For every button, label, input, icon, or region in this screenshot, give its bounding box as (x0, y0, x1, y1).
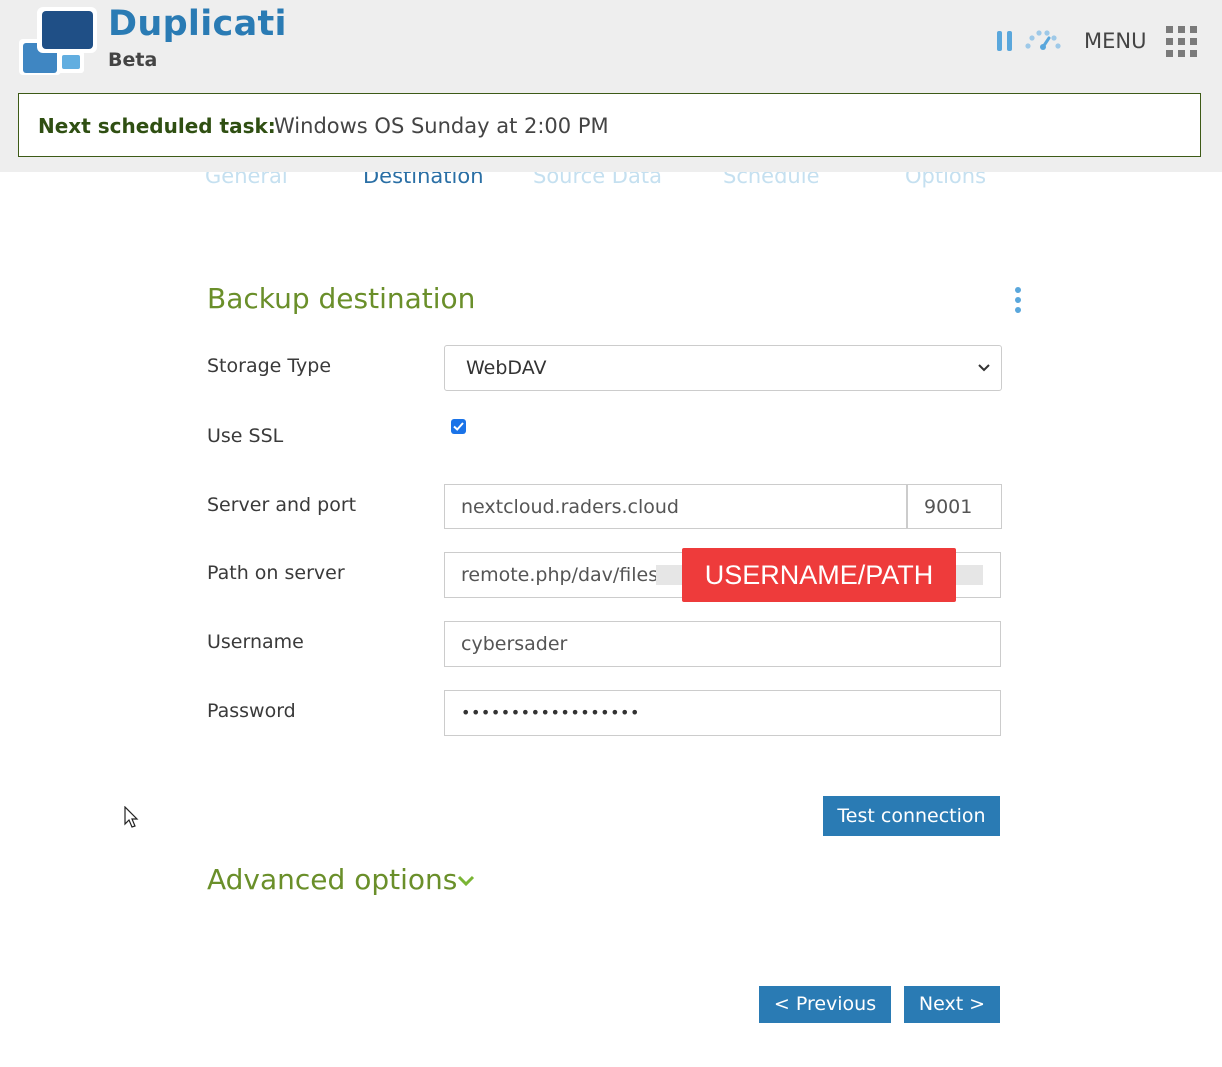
server-port-label: Server and port (207, 494, 357, 516)
pause-icon[interactable] (995, 30, 1015, 52)
server-input[interactable]: nextcloud.raders.cloud (444, 484, 907, 529)
chevron-down-icon (978, 364, 990, 372)
username-label: Username (207, 631, 304, 653)
menu-button[interactable]: MENU (1084, 29, 1146, 53)
advanced-options-toggle[interactable]: Advanced options (207, 863, 457, 896)
redacted-text (656, 565, 682, 585)
apps-grid-icon[interactable] (1165, 25, 1199, 59)
password-input[interactable]: •••••••••••••••••• (444, 690, 1001, 736)
app-subtitle: Beta (108, 49, 158, 71)
next-button[interactable]: Next > (904, 986, 1000, 1023)
path-label: Path on server (207, 562, 345, 584)
redacted-text (956, 565, 983, 585)
use-ssl-checkbox[interactable] (451, 419, 466, 434)
username-input[interactable]: cybersader (444, 621, 1001, 667)
checkmark-icon (453, 422, 464, 431)
app-title[interactable]: Duplicati (108, 4, 287, 44)
previous-button[interactable]: < Previous (759, 986, 891, 1023)
mouse-cursor-icon (124, 806, 139, 828)
storage-type-value: WebDAV (466, 357, 547, 379)
scheduled-task-value[interactable]: Windows OS Sunday at 2:00 PM (274, 114, 609, 138)
scheduled-task-banner: Next scheduled task: Windows OS Sunday a… (18, 93, 1201, 157)
password-label: Password (207, 700, 296, 722)
storage-type-select[interactable]: WebDAV (444, 345, 1002, 391)
throttle-icon[interactable] (1024, 29, 1062, 51)
scheduled-task-label: Next scheduled task: (38, 114, 276, 138)
chevron-down-icon[interactable] (456, 873, 476, 889)
use-ssl-label: Use SSL (207, 425, 284, 447)
app-header: Duplicati Beta MENU Next scheduled task:… (0, 0, 1222, 172)
section-title: Backup destination (207, 282, 476, 315)
kebab-menu-icon[interactable] (1010, 286, 1026, 314)
test-connection-button[interactable]: Test connection (823, 796, 1000, 836)
port-input[interactable]: 9001 (907, 484, 1002, 529)
duplicati-logo-icon[interactable] (18, 6, 98, 76)
storage-type-label: Storage Type (207, 355, 332, 377)
redaction-overlay: USERNAME/PATH (682, 548, 956, 602)
